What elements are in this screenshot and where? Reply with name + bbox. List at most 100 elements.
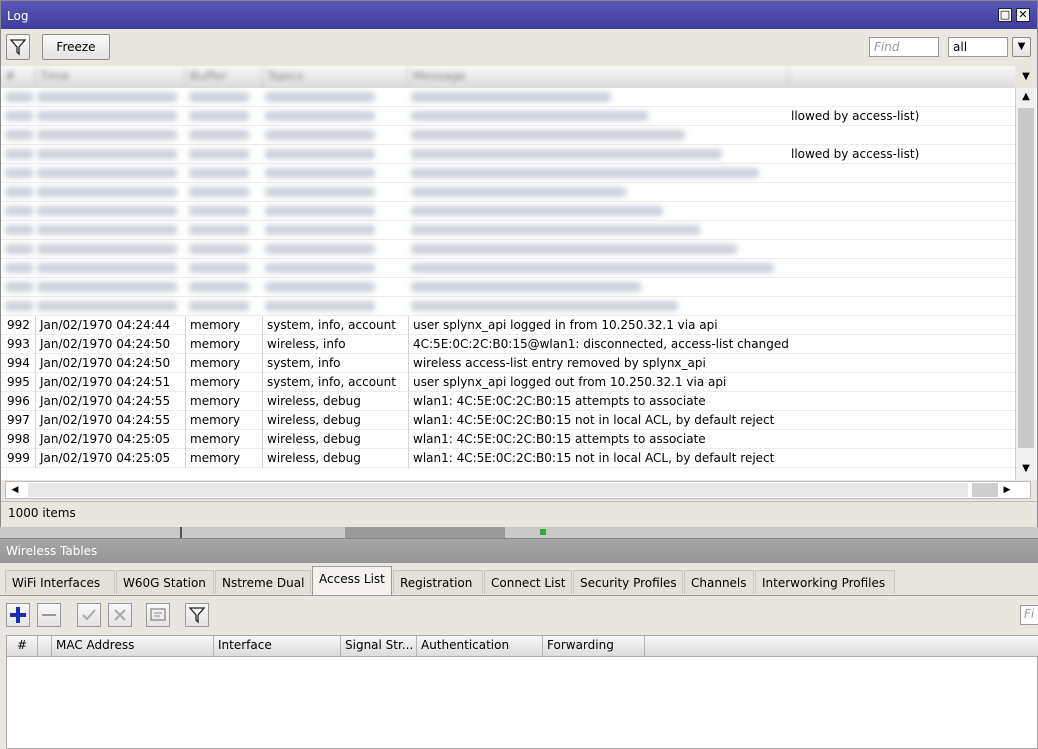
redacted-text bbox=[37, 111, 177, 121]
log-message: wlan1: 4C:5E:0C:2C:B0:15 attempts to ass… bbox=[413, 394, 706, 408]
log-num: 995 bbox=[1, 373, 36, 392]
blurred-log-row[interactable] bbox=[1, 259, 1015, 278]
scroll-thumb[interactable] bbox=[1018, 108, 1034, 448]
scroll-right-icon[interactable]: ▶ bbox=[1000, 483, 1014, 497]
tab-registration[interactable]: Registration bbox=[393, 570, 483, 594]
column-header-buffer[interactable]: Buffer bbox=[186, 66, 263, 88]
wireless-tables-titlebar[interactable]: Wireless Tables bbox=[0, 539, 1038, 563]
blurred-log-row[interactable] bbox=[1, 202, 1015, 221]
filter-button[interactable] bbox=[185, 603, 209, 627]
log-row[interactable]: 993 Jan/02/1970 04:24:50 memory wireless, i… bbox=[1, 335, 1015, 354]
vertical-scrollbar[interactable]: ▲ ▼ bbox=[1015, 88, 1036, 480]
redacted-text bbox=[5, 263, 33, 273]
tab-wifi-interfaces[interactable]: WiFi Interfaces bbox=[5, 570, 115, 594]
redacted-text bbox=[411, 187, 626, 197]
add-button[interactable] bbox=[6, 603, 30, 627]
log-row[interactable]: 997 Jan/02/1970 04:24:55 memory wireless, d… bbox=[1, 411, 1015, 430]
blurred-log-row[interactable]: llowed by access-list) bbox=[1, 145, 1015, 164]
blurred-log-row[interactable] bbox=[1, 88, 1015, 107]
find-input[interactable]: Find bbox=[869, 37, 939, 57]
blurred-log-row[interactable] bbox=[1, 164, 1015, 183]
log-row[interactable]: 999 Jan/02/1970 04:25:05 memory wireless, d… bbox=[1, 449, 1015, 468]
maximize-button[interactable]: □ bbox=[998, 8, 1012, 22]
comment-button[interactable] bbox=[146, 603, 170, 627]
redacted-text bbox=[411, 244, 737, 254]
log-topics: wireless, debug bbox=[263, 392, 409, 411]
log-buffer: memory bbox=[186, 392, 263, 411]
log-topics: wireless, debug bbox=[263, 449, 409, 468]
column-header-message[interactable]: Message bbox=[409, 66, 789, 88]
log-message: wireless access-list entry removed by sp… bbox=[413, 356, 706, 370]
log-row[interactable]: 998 Jan/02/1970 04:25:05 memory wireless, d… bbox=[1, 430, 1015, 449]
redacted-text bbox=[265, 130, 375, 140]
scroll-up-icon[interactable]: ▲ bbox=[1017, 89, 1035, 105]
tab-w60g-station[interactable]: W60G Station bbox=[116, 570, 214, 594]
close-button[interactable]: ✕ bbox=[1016, 8, 1030, 22]
redacted-text bbox=[411, 168, 759, 178]
freeze-button[interactable]: Freeze bbox=[42, 34, 110, 60]
log-row[interactable]: 994 Jan/02/1970 04:24:50 memory system, inf… bbox=[1, 354, 1015, 373]
column-header-authentication[interactable]: Authentication bbox=[417, 636, 543, 656]
check-icon bbox=[82, 609, 96, 621]
filter-button[interactable] bbox=[6, 34, 30, 60]
blurred-log-row[interactable] bbox=[1, 240, 1015, 259]
redacted-text bbox=[5, 244, 33, 254]
column-header-time[interactable]: Time bbox=[36, 66, 186, 88]
blurred-log-row[interactable]: llowed by access-list) bbox=[1, 107, 1015, 126]
column-header-flag[interactable] bbox=[38, 636, 52, 656]
item-count: 1000 items bbox=[8, 506, 76, 520]
redacted-text bbox=[37, 187, 177, 197]
scroll-thumb[interactable] bbox=[972, 483, 998, 497]
column-header-interface[interactable]: Interface bbox=[214, 636, 341, 656]
log-titlebar[interactable]: Log □ ✕ bbox=[1, 1, 1037, 29]
log-message-tail: llowed by access-list) bbox=[791, 147, 920, 161]
log-num: 996 bbox=[1, 392, 36, 411]
blurred-log-row[interactable] bbox=[1, 183, 1015, 202]
blurred-log-row[interactable] bbox=[1, 126, 1015, 145]
blurred-log-row[interactable] bbox=[1, 297, 1015, 316]
buffer-filter-select[interactable]: all bbox=[948, 37, 1008, 57]
log-buffer: memory bbox=[186, 354, 263, 373]
tab-nstreme-dual[interactable]: Nstreme Dual bbox=[215, 570, 311, 594]
redacted-text bbox=[265, 187, 375, 197]
column-header-mac[interactable]: MAC Address bbox=[52, 636, 214, 656]
log-message: 4C:5E:0C:2C:B0:15@wlan1: disconnected, a… bbox=[413, 337, 789, 351]
scroll-down-icon[interactable]: ▼ bbox=[1017, 461, 1035, 477]
log-buffer: memory bbox=[186, 449, 263, 468]
log-message-tail: llowed by access-list) bbox=[791, 109, 920, 123]
disable-button[interactable] bbox=[108, 603, 132, 627]
column-header-num[interactable]: # bbox=[7, 636, 38, 656]
redacted-text bbox=[265, 111, 375, 121]
tab-access-list[interactable]: Access List bbox=[312, 566, 392, 595]
log-row[interactable]: 992 Jan/02/1970 04:24:44 memory system, inf… bbox=[1, 316, 1015, 335]
scroll-left-icon[interactable]: ◀ bbox=[8, 483, 22, 497]
blurred-log-row[interactable] bbox=[1, 278, 1015, 297]
log-topics: system, info, account bbox=[263, 373, 409, 392]
blurred-log-row[interactable] bbox=[1, 221, 1015, 240]
redacted-text bbox=[5, 168, 33, 178]
remove-button[interactable] bbox=[37, 603, 61, 627]
log-time: Jan/02/1970 04:24:44 bbox=[36, 316, 186, 335]
dropdown-arrow-icon[interactable]: ▼ bbox=[1012, 37, 1031, 57]
find-input[interactable]: Fi bbox=[1020, 605, 1038, 625]
tab-security-profiles[interactable]: Security Profiles bbox=[573, 570, 683, 594]
redacted-text bbox=[189, 92, 249, 102]
column-menu-icon[interactable]: ▼ bbox=[1015, 66, 1037, 88]
redacted-text bbox=[5, 130, 33, 140]
column-header-topics[interactable]: Topics bbox=[263, 66, 409, 88]
tab-channels[interactable]: Channels bbox=[684, 570, 754, 594]
column-header-num[interactable]: # bbox=[1, 66, 36, 88]
column-header-forwarding[interactable]: Forwarding bbox=[543, 636, 645, 656]
filter-icon bbox=[188, 607, 206, 624]
horizontal-scrollbar[interactable]: ◀ ▶ bbox=[5, 481, 1031, 499]
enable-button[interactable] bbox=[77, 603, 101, 627]
tab-connect-list[interactable]: Connect List bbox=[484, 570, 572, 594]
log-row[interactable]: 996 Jan/02/1970 04:24:55 memory wireless, d… bbox=[1, 392, 1015, 411]
column-header-signal[interactable]: Signal Str... bbox=[341, 636, 417, 656]
log-row[interactable]: 995 Jan/02/1970 04:24:51 memory system, inf… bbox=[1, 373, 1015, 392]
redacted-text bbox=[411, 206, 663, 216]
tab-interworking-profiles[interactable]: Interworking Profiles bbox=[755, 570, 895, 594]
log-message: wlan1: 4C:5E:0C:2C:B0:15 not in local AC… bbox=[413, 451, 775, 465]
redacted-text bbox=[411, 111, 648, 121]
scroll-track[interactable] bbox=[28, 483, 968, 497]
